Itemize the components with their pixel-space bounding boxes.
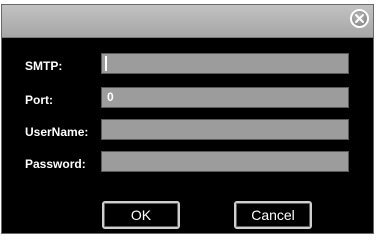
- password-input[interactable]: [101, 151, 349, 172]
- port-input-value: 0: [107, 90, 114, 104]
- close-button[interactable]: [350, 9, 369, 28]
- password-label: Password:: [25, 157, 86, 171]
- port-input[interactable]: 0: [101, 87, 349, 108]
- username-label: UserName:: [25, 125, 89, 139]
- text-cursor: [105, 56, 107, 71]
- dialog-titlebar: [2, 5, 373, 38]
- smtp-settings-dialog: SMTP: Port: 0 UserName: Password: OK Can…: [1, 4, 374, 234]
- port-label: Port:: [25, 93, 53, 107]
- ok-button[interactable]: OK: [102, 201, 180, 229]
- smtp-label: SMTP:: [25, 59, 63, 73]
- cancel-button[interactable]: Cancel: [234, 201, 312, 229]
- smtp-input[interactable]: [101, 53, 349, 74]
- username-input[interactable]: [101, 119, 349, 140]
- close-icon: [355, 14, 364, 23]
